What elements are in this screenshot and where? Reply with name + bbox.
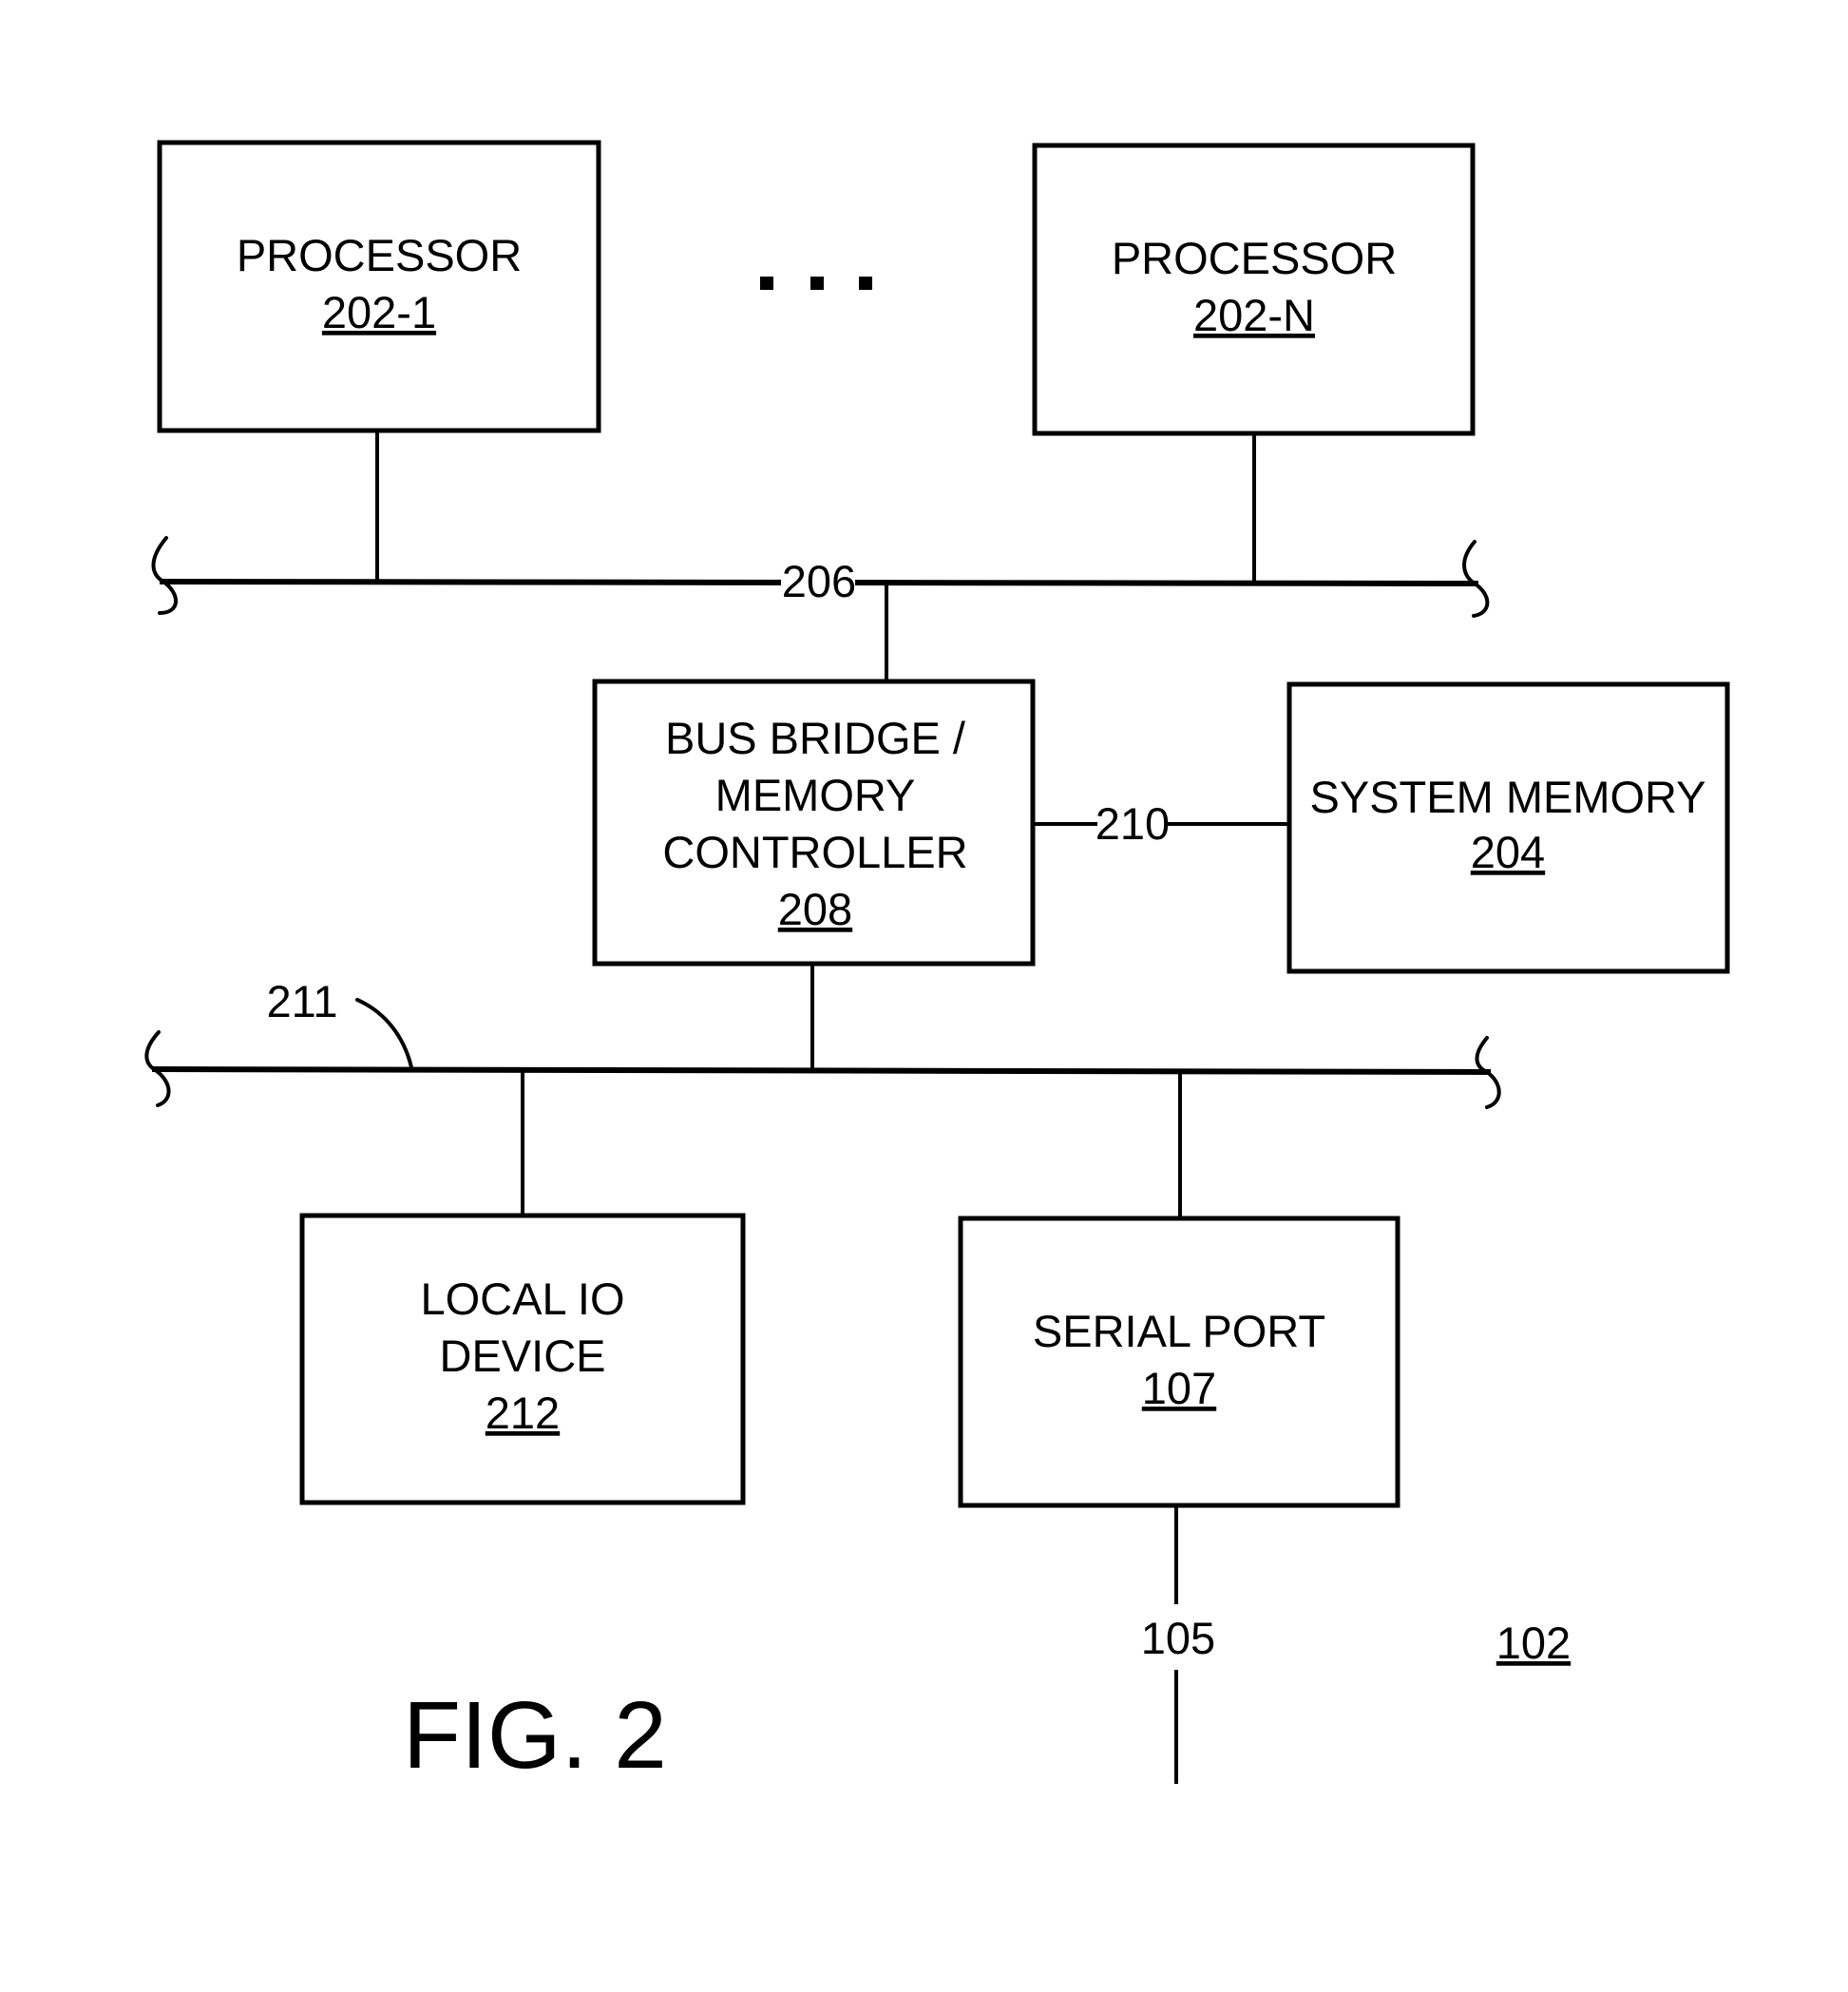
bus-label-206: 206 xyxy=(782,556,856,606)
ellipsis-icon xyxy=(760,277,872,290)
system-memory-204[interactable]: SYSTEM MEMORY 204 xyxy=(1286,681,1730,974)
bus-bridge-208[interactable]: BUS BRIDGE / MEMORY CONTROLLER 208 xyxy=(592,679,1036,967)
serial-port-box[interactable] xyxy=(958,1216,1400,1508)
block-diagram: 206 PROCESSOR 202-1 PROCESSOR 202-N BUS … xyxy=(144,140,1730,1789)
local-io-line-2: DEVICE xyxy=(440,1331,606,1381)
bus-break-right-icon xyxy=(1462,540,1490,618)
serial-port-ref: 107 xyxy=(1142,1363,1216,1413)
system-memory-ref: 204 xyxy=(1471,827,1545,877)
bus-break-left-icon xyxy=(151,536,178,615)
local-io-device-212[interactable]: LOCAL IO DEVICE 212 xyxy=(299,1213,746,1505)
bus-bridge-line-1: BUS BRIDGE / xyxy=(665,713,966,763)
bus-bridge-ref: 208 xyxy=(778,884,852,934)
system-memory-label: SYSTEM MEMORY xyxy=(1310,772,1706,822)
bus-label-211: 211 xyxy=(267,976,338,1026)
figure-title: FIG. 2 xyxy=(403,1682,667,1789)
processor-202-1[interactable]: PROCESSOR 202-1 xyxy=(157,140,601,433)
processor-ref: 202-N xyxy=(1193,290,1315,340)
figure-reference: 102 xyxy=(1496,1618,1571,1668)
memory-bus-210: 210 xyxy=(1033,798,1289,849)
processor-label: PROCESSOR xyxy=(1112,233,1397,283)
serial-port-107[interactable]: SERIAL PORT 107 xyxy=(958,1216,1400,1508)
processor-bus-206: 206 xyxy=(151,536,1490,618)
bus-bridge-line-3: CONTROLLER xyxy=(662,827,967,877)
link-label-105: 105 xyxy=(1141,1613,1215,1663)
processor-202-n[interactable]: PROCESSOR 202-N xyxy=(1032,143,1476,436)
serial-link-105: 105 xyxy=(1141,1505,1215,1784)
processor-ref: 202-1 xyxy=(322,287,436,337)
local-io-line-1: LOCAL IO xyxy=(420,1274,624,1324)
leader-line xyxy=(355,998,413,1069)
processor-label: PROCESSOR xyxy=(237,230,522,280)
bus-label-210: 210 xyxy=(1095,798,1170,849)
local-io-ref: 212 xyxy=(486,1388,560,1438)
serial-port-label: SERIAL PORT xyxy=(1033,1306,1325,1356)
io-bus-211: 211 xyxy=(144,976,1501,1109)
bus-bridge-line-2: MEMORY xyxy=(715,770,916,820)
bus-line xyxy=(151,1066,1492,1075)
